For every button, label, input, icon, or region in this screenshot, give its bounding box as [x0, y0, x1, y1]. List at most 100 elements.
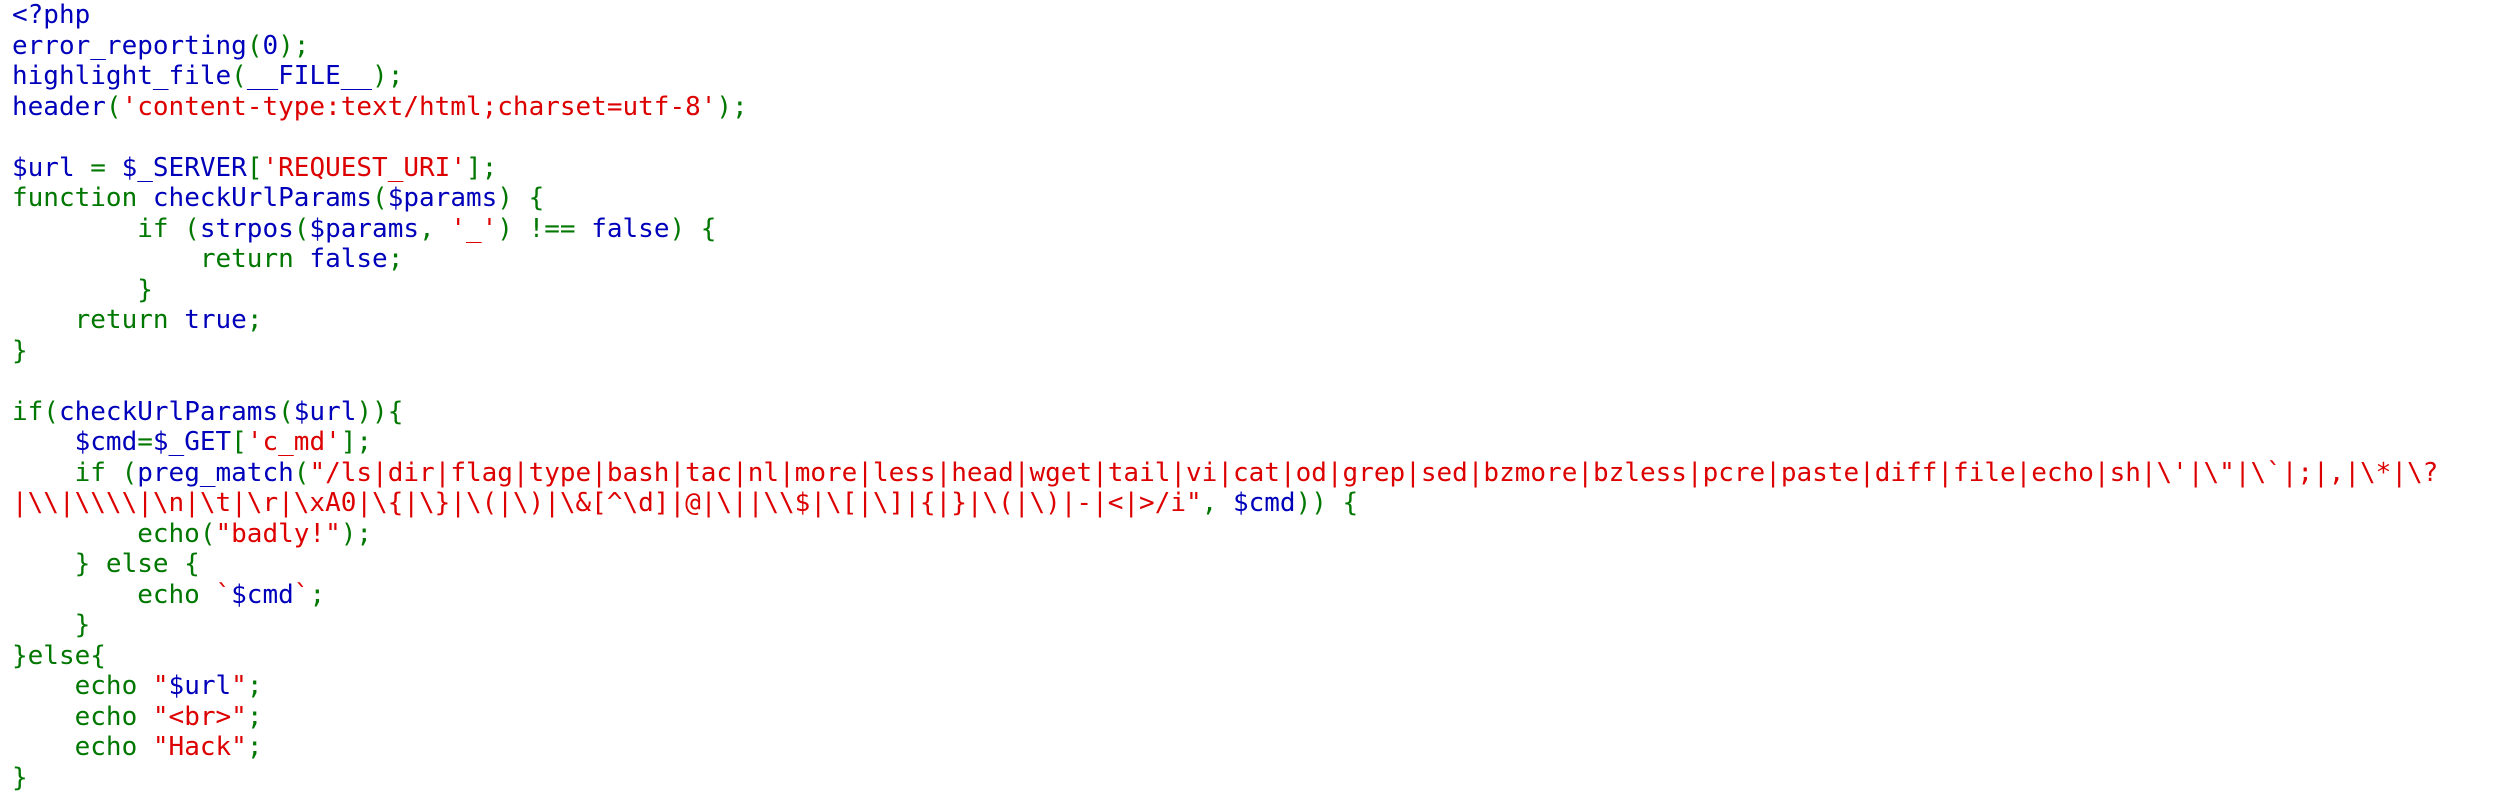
code-token-default: $params — [309, 213, 419, 244]
code-token-keyword: echo — [12, 732, 153, 762]
code-line: echo "Hack"; — [12, 732, 2438, 763]
code-token-string: "/ls|dir|flag|type|bash|tac|nl|more|less… — [309, 457, 2439, 488]
code-token-string: 'c_md' — [246, 427, 341, 457]
code-token-string: "badly!" — [215, 518, 341, 549]
code-line: function checkUrlParams($params) { — [12, 183, 2438, 214]
code-line: } — [12, 336, 2438, 367]
code-token-default: $cmd — [1232, 488, 1296, 518]
code-line: } else { — [12, 549, 2438, 580]
code-token-default: header — [12, 91, 106, 122]
code-token-keyword: ; — [246, 701, 263, 732]
code-token-default: false — [309, 244, 388, 274]
code-token-keyword: if( — [12, 396, 59, 427]
code-token-keyword: ]; — [340, 427, 373, 457]
code-token-keyword: } else { — [12, 549, 200, 579]
code-line: return true; — [12, 305, 2438, 336]
code-line: } — [12, 610, 2438, 641]
code-token-keyword: ]; — [465, 152, 498, 183]
code-token-default: true — [184, 305, 247, 335]
code-token-string: " — [231, 671, 247, 701]
code-token-keyword: ( — [278, 396, 294, 427]
code-token-keyword: ); — [340, 518, 373, 549]
code-line: }else{ — [12, 641, 2438, 672]
code-token-keyword: ( — [246, 30, 263, 61]
code-token-keyword: ; — [246, 732, 263, 762]
code-token-default: $_SERVER — [121, 152, 247, 183]
code-line: if(checkUrlParams($url)){ — [12, 397, 2438, 428]
code-token-string: "Hack" — [152, 732, 247, 762]
code-token-keyword: , — [419, 213, 451, 244]
code-token-keyword: if ( — [12, 213, 200, 244]
code-token-string: '_' — [450, 213, 498, 244]
code-token-keyword: ( — [372, 183, 388, 213]
code-token-keyword: echo — [12, 701, 153, 732]
code-token-keyword: ( — [105, 91, 122, 122]
code-token-keyword: } — [12, 335, 28, 366]
code-token-default: error_reporting — [12, 30, 247, 61]
code-line: error_reporting(0); — [12, 31, 2438, 62]
code-token-default: __FILE__ — [246, 61, 373, 91]
code-token-keyword: function — [12, 183, 153, 213]
code-token-string: ` — [293, 579, 310, 610]
code-token-default: $url — [12, 152, 91, 183]
code-token-string: "<br>" — [152, 701, 247, 732]
code-token-keyword: ( — [293, 457, 310, 488]
code-token-keyword: ); — [372, 61, 404, 91]
code-token-default: false — [591, 213, 670, 244]
code-token-keyword: } — [12, 274, 153, 305]
page: <?php error_reporting(0); highlight_file(_… — [0, 0, 2496, 810]
code-token-default: preg_match — [137, 457, 294, 488]
code-token-default: $url — [168, 671, 232, 701]
code-line: header('content-type:text/html;charset=u… — [12, 92, 2438, 123]
code-token-keyword: ; — [246, 671, 263, 701]
code-token-keyword: ( — [231, 61, 247, 91]
code-line: echo `$cmd`; — [12, 580, 2438, 611]
code-token-keyword: )){ — [356, 396, 404, 427]
code-line: if (preg_match("/ls|dir|flag|type|bash|t… — [12, 457, 2439, 489]
code-token-keyword: if ( — [12, 457, 138, 488]
code-token-keyword: = — [137, 427, 153, 457]
code-token-default: $params — [387, 183, 498, 213]
code-token-keyword: ; — [309, 579, 326, 610]
code-token-default: 0 — [262, 30, 279, 61]
code-line: } — [12, 275, 2438, 306]
code-token-keyword: echo — [12, 579, 216, 610]
code-token-default: $url — [293, 396, 357, 427]
code-token-keyword: ) { — [497, 183, 545, 213]
code-token-keyword: ; — [246, 305, 263, 335]
code-token-keyword: ; — [387, 244, 404, 274]
php-source-code: <?php error_reporting(0); highlight_file(_… — [12, 0, 2438, 793]
code-token-keyword: ) !== — [497, 213, 592, 244]
code-token-keyword: )) { — [1295, 488, 1359, 518]
code-token-keyword: } — [12, 610, 91, 640]
code-token-keyword: }else{ — [12, 640, 106, 671]
code-token-default: highlight_file — [12, 61, 232, 91]
code-token-keyword: , — [1201, 488, 1233, 518]
code-token-keyword: } — [12, 762, 28, 793]
code-token-default: $cmd — [12, 427, 138, 457]
code-token-default: $cmd — [231, 579, 294, 610]
code-token-string: ` — [215, 579, 232, 610]
code-line: <?php — [12, 0, 2438, 31]
code-token-default: strpos — [199, 213, 294, 244]
code-line: return false; — [12, 244, 2438, 275]
code-line: $cmd=$_GET['c_md']; — [12, 427, 2438, 458]
code-token-string: 'content-type:text/html;charset=utf-8' — [121, 91, 717, 122]
code-token-string: 'REQUEST_URI' — [262, 152, 466, 183]
code-token-keyword: echo — [12, 671, 153, 701]
code-line: echo("badly!"); — [12, 519, 2438, 550]
code-token-keyword: [ — [246, 152, 263, 183]
code-token-string: " — [152, 671, 169, 701]
code-token-default: <?php — [12, 0, 91, 30]
code-token-keyword: ); — [278, 30, 310, 61]
code-line: echo "$url"; — [12, 671, 2438, 702]
code-token-keyword: echo( — [12, 518, 216, 549]
code-token-keyword: return — [12, 244, 310, 274]
code-line: } — [12, 763, 2438, 794]
code-line: if (strpos($params, '_') !== false) { — [12, 214, 2438, 245]
code-token-keyword: ); — [716, 91, 748, 122]
code-line: $url = $_SERVER['REQUEST_URI']; — [12, 153, 2438, 184]
code-token-keyword: ) { — [669, 213, 717, 244]
